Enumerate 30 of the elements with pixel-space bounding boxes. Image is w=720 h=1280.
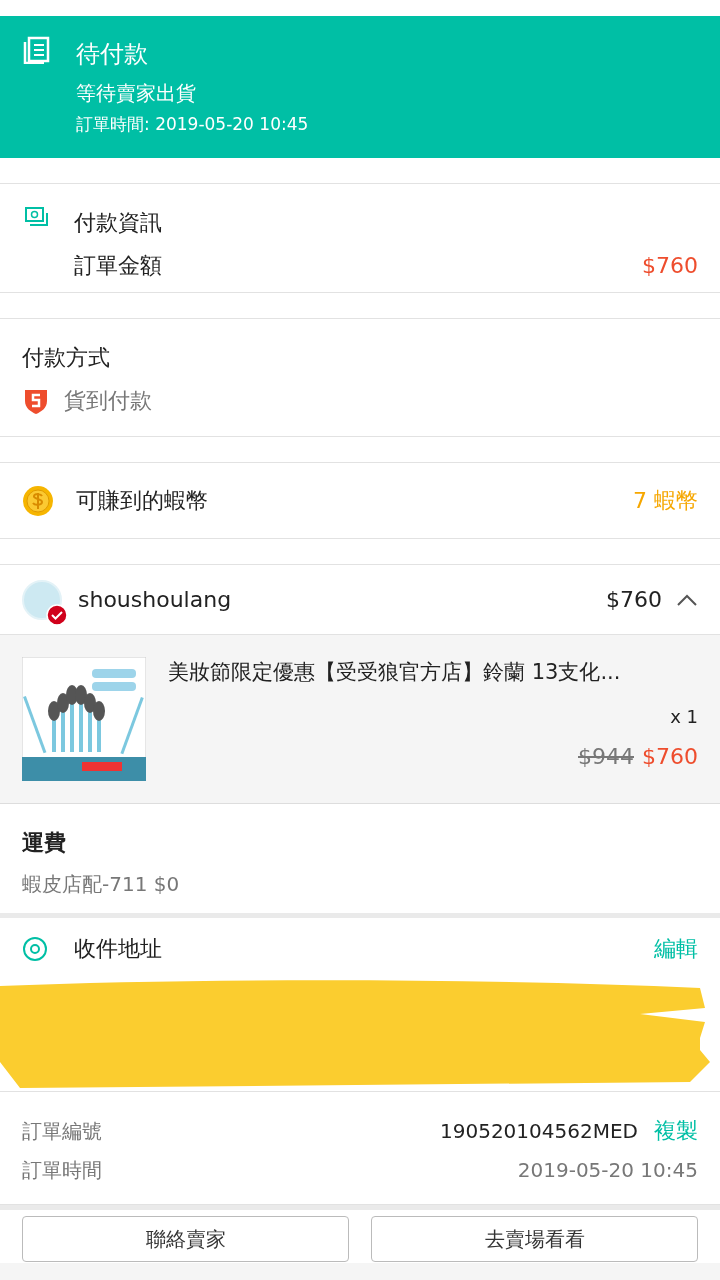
location-icon bbox=[22, 935, 48, 962]
coins-label: 可賺到的蝦幣 bbox=[76, 487, 209, 515]
status-subtitle: 等待賣家出貨 bbox=[76, 80, 197, 107]
order-time-label: 訂單時間 bbox=[22, 1157, 103, 1184]
product-price: $760 bbox=[642, 742, 698, 771]
order-time-value: 2019-05-20 10:45 bbox=[517, 1157, 698, 1184]
original-price: $944 bbox=[578, 742, 634, 771]
shop-name[interactable]: shoushoulang bbox=[78, 583, 592, 616]
order-number: 190520104562MED bbox=[440, 1117, 638, 1145]
contact-seller-button[interactable]: 聯絡賣家 bbox=[22, 1216, 349, 1262]
cash-icon bbox=[24, 206, 48, 228]
chevron-icon[interactable] bbox=[676, 592, 698, 607]
status-title: 待付款 bbox=[76, 39, 149, 70]
payment-method: 貨到付款 bbox=[64, 387, 152, 415]
document-icon bbox=[22, 36, 50, 64]
amount-label: 訂單金額 bbox=[74, 252, 162, 280]
shop-total: $760 bbox=[606, 586, 662, 614]
product-quantity: x 1 bbox=[669, 704, 698, 729]
section-title: 付款資訊 bbox=[74, 209, 163, 237]
shipping-detail: 蝦皮店配-711 $0 bbox=[22, 871, 181, 898]
section-title: 付款方式 bbox=[22, 344, 111, 372]
order-number-label: 訂單編號 bbox=[22, 1117, 103, 1145]
coins-value: 7 蝦幣 bbox=[633, 487, 698, 515]
order-time: 訂單時間: 2019-05-20 10:45 bbox=[76, 113, 309, 136]
visit-shop-button[interactable]: 去賣場看看 bbox=[371, 1216, 698, 1262]
coin-icon bbox=[22, 484, 54, 517]
product-title: 美妝節限定優惠【受受狼官方店】鈴蘭 13支化... bbox=[168, 659, 622, 686]
order-amount: $760 bbox=[642, 252, 698, 280]
section-title: 運費 bbox=[22, 829, 67, 857]
section-title: 收件地址 bbox=[74, 935, 163, 963]
